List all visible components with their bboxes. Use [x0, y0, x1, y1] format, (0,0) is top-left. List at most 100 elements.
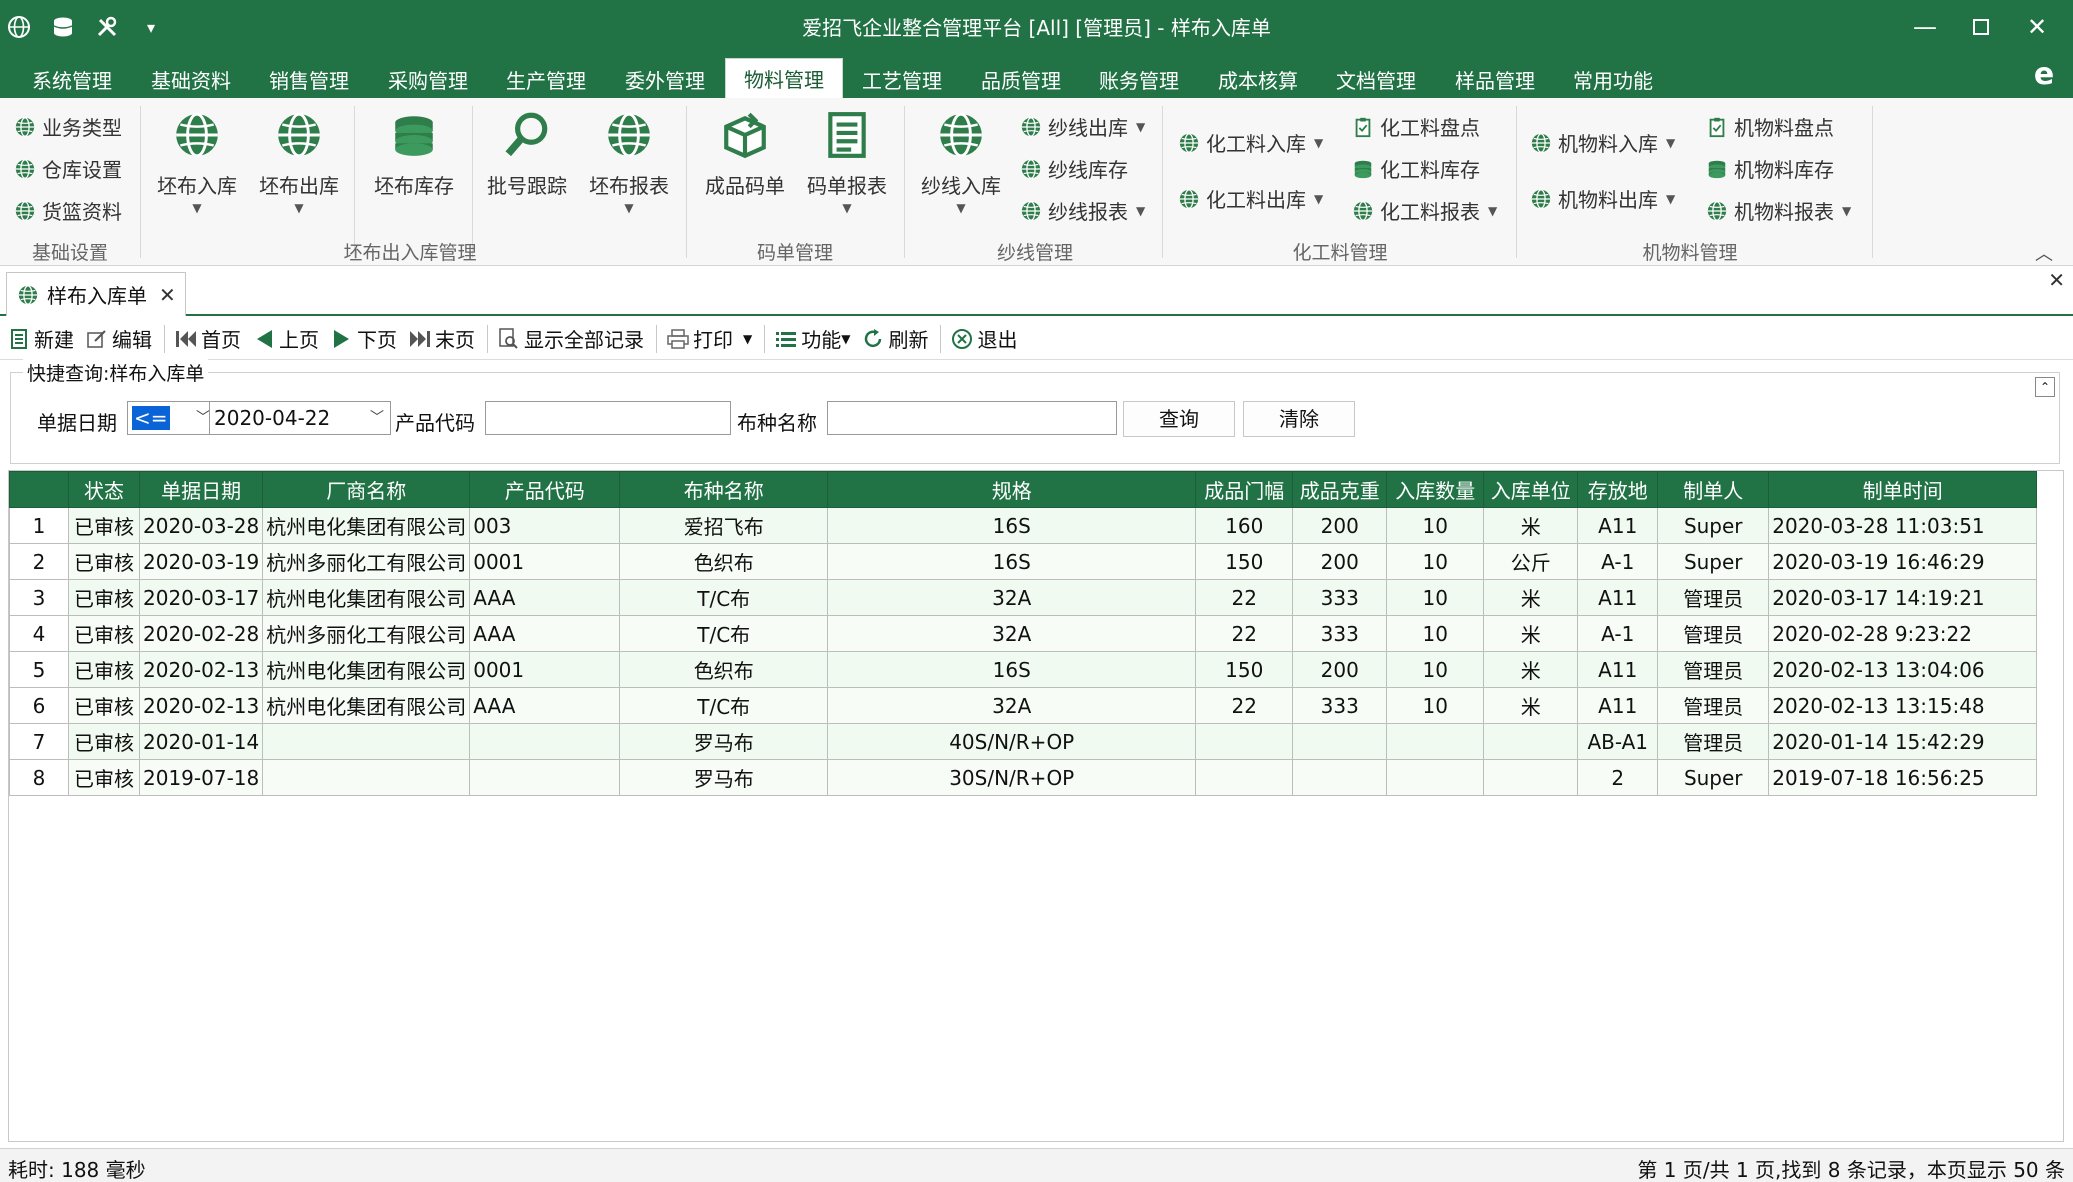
table-cell[interactable]: 管理员	[1657, 723, 1770, 760]
table-cell[interactable]: AAA	[469, 579, 621, 616]
table-cell[interactable]: 已审核	[68, 723, 140, 760]
table-cell[interactable]: 22	[1195, 687, 1294, 724]
table-cell[interactable]: 003	[469, 507, 621, 544]
ribbon-chem-count[interactable]: 化工料盘点	[1352, 112, 1480, 141]
table-cell[interactable]: 色织布	[619, 651, 829, 688]
table-cell[interactable]: 2019-07-18	[138, 759, 264, 796]
table-cell[interactable]: 色织布	[619, 543, 829, 580]
table-row[interactable]: 6 已审核 2020-02-13 杭州电化集团有限公司 AAA T/C布 32A 22 333 1…	[9, 687, 2038, 724]
table-cell[interactable]	[1292, 759, 1388, 796]
table-cell[interactable]	[1483, 723, 1579, 760]
exit-button[interactable]: 退出	[951, 324, 1017, 353]
table-cell[interactable]: 米	[1483, 507, 1579, 544]
ribbon-code-report[interactable]: 码单报表 ▼	[800, 98, 894, 215]
table-cell[interactable]: 0001	[469, 651, 621, 688]
table-cell[interactable]: 2020-03-28	[138, 507, 264, 544]
row-number-cell[interactable]: 6	[9, 687, 69, 724]
edit-button[interactable]: 编辑	[86, 324, 152, 353]
table-cell[interactable]: 22	[1195, 579, 1294, 616]
table-cell[interactable]: 米	[1483, 687, 1579, 724]
table-cell[interactable]: 2020-02-13	[138, 687, 264, 724]
date-operator-select[interactable]: <= ﹀	[127, 401, 217, 435]
table-row[interactable]: 7 已审核 2020-01-14 罗马布 40S/N/R+OP AB-A1 管理员 2020-…	[9, 723, 2038, 760]
table-cell[interactable]: 2020-01-14 15:42:29	[1768, 723, 2038, 760]
row-number-cell[interactable]: 4	[9, 615, 69, 652]
table-cell[interactable]	[262, 759, 471, 796]
menu-tab-cost[interactable]: 成本核算	[1208, 64, 1308, 98]
menu-tab-production[interactable]: 生产管理	[496, 64, 596, 98]
table-cell[interactable]: T/C布	[619, 615, 829, 652]
table-cell[interactable]	[469, 759, 621, 796]
table-cell[interactable]: A11	[1577, 507, 1659, 544]
table-cell[interactable]: 40S/N/R+OP	[827, 723, 1197, 760]
new-button[interactable]: 新建	[8, 324, 74, 353]
close-button[interactable]: ✕	[2009, 6, 2065, 48]
ribbon-yarn-stock[interactable]: 纱线库存	[1020, 154, 1128, 183]
function-menu-button[interactable]: 功能 ▼	[775, 324, 850, 353]
menu-tab-system[interactable]: 系统管理	[22, 64, 122, 98]
table-cell[interactable]: 罗马布	[619, 759, 829, 796]
table-cell[interactable]: 管理员	[1657, 615, 1770, 652]
table-cell[interactable]: 16S	[827, 651, 1197, 688]
table-cell[interactable]: A-1	[1577, 615, 1659, 652]
table-cell[interactable]: 10	[1386, 543, 1485, 580]
ribbon-greige-out[interactable]: 坯布出库 ▼	[254, 98, 344, 215]
table-cell[interactable]	[469, 723, 621, 760]
table-cell[interactable]: AAA	[469, 615, 621, 652]
menu-tab-purchase[interactable]: 采购管理	[378, 64, 478, 98]
table-cell[interactable]: 2020-02-13 13:04:06	[1768, 651, 2038, 688]
table-cell[interactable]: 已审核	[68, 615, 140, 652]
table-row[interactable]: 8 已审核 2019-07-18 罗马布 30S/N/R+OP 2 Super 2019-07…	[9, 759, 2038, 796]
print-button[interactable]: 打印 ▼	[667, 324, 752, 353]
column-header[interactable]: 存放地	[1577, 471, 1659, 508]
table-cell[interactable]: AB-A1	[1577, 723, 1659, 760]
table-cell[interactable]: 已审核	[68, 579, 140, 616]
table-cell[interactable]: 10	[1386, 615, 1485, 652]
table-cell[interactable]: T/C布	[619, 687, 829, 724]
table-cell[interactable]: 米	[1483, 651, 1579, 688]
table-cell[interactable]: 管理员	[1657, 579, 1770, 616]
table-cell[interactable]: 杭州多丽化工有限公司	[262, 615, 471, 652]
menu-tab-material[interactable]: 物料管理	[725, 58, 843, 98]
product-code-input[interactable]	[485, 401, 731, 435]
column-header[interactable]: 制单时间	[1768, 471, 2038, 508]
table-cell[interactable]: 2	[1577, 759, 1659, 796]
table-cell[interactable]: 200	[1292, 507, 1388, 544]
table-cell[interactable]: 0001	[469, 543, 621, 580]
last-page-button[interactable]: 末页	[409, 324, 475, 353]
collapse-panel-icon[interactable]: ⌃	[2035, 377, 2055, 397]
table-cell[interactable]	[1195, 723, 1294, 760]
ribbon-yarn-in[interactable]: 纱线入库 ▼	[914, 98, 1008, 215]
ribbon-batch-trace[interactable]: 批号跟踪	[482, 98, 572, 199]
table-cell[interactable]: 已审核	[68, 507, 140, 544]
menu-tab-samples[interactable]: 样品管理	[1445, 64, 1545, 98]
menu-tab-sales[interactable]: 销售管理	[259, 64, 359, 98]
table-cell[interactable]: 2020-02-13	[138, 651, 264, 688]
column-header[interactable]: 厂商名称	[262, 471, 471, 508]
table-cell[interactable]: 333	[1292, 615, 1388, 652]
table-cell[interactable]: 2020-02-28	[138, 615, 264, 652]
table-cell[interactable]: 333	[1292, 687, 1388, 724]
menu-tab-common[interactable]: 常用功能	[1563, 64, 1663, 98]
table-cell[interactable]	[1195, 759, 1294, 796]
table-cell[interactable]: 杭州电化集团有限公司	[262, 579, 471, 616]
ribbon-greige-stock[interactable]: 坯布库存	[366, 98, 462, 199]
table-cell[interactable]: 2020-03-19 16:46:29	[1768, 543, 2038, 580]
table-cell[interactable]: T/C布	[619, 579, 829, 616]
maximize-button[interactable]	[1953, 6, 2009, 48]
ribbon-mach-in[interactable]: 机物料入库 ▼	[1530, 128, 1675, 157]
table-cell[interactable]: 杭州电化集团有限公司	[262, 507, 471, 544]
ribbon-chem-out[interactable]: 化工料出库 ▼	[1178, 184, 1323, 213]
ribbon-greige-report[interactable]: 坯布报表 ▼	[584, 98, 674, 215]
table-cell[interactable]: 已审核	[68, 759, 140, 796]
table-cell[interactable]: 爱招飞布	[619, 507, 829, 544]
ribbon-chem-report[interactable]: 化工料报表 ▼	[1352, 196, 1497, 225]
menu-tab-docs[interactable]: 文档管理	[1326, 64, 1426, 98]
close-all-tabs-icon[interactable]: ✕	[2048, 268, 2065, 292]
ribbon-collapse-icon[interactable]: ︿	[2035, 240, 2053, 266]
table-cell[interactable]: 米	[1483, 615, 1579, 652]
column-header[interactable]: 成品门幅	[1195, 471, 1294, 508]
prev-page-button[interactable]: 上页	[253, 324, 319, 353]
column-header[interactable]: 入库数量	[1386, 471, 1485, 508]
table-cell[interactable]: 米	[1483, 579, 1579, 616]
